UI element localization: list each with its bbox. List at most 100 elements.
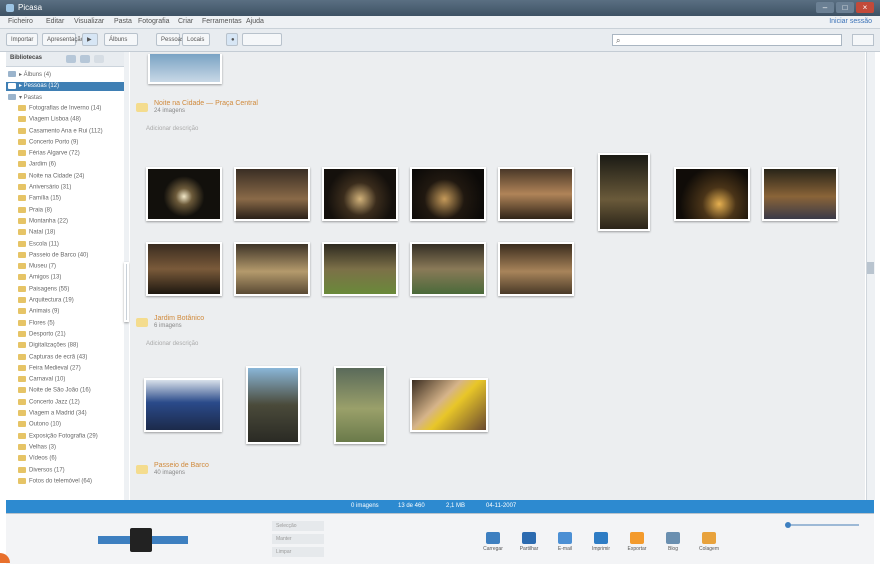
sidebar-item[interactable]: Exposição Fotografia (29)	[6, 432, 124, 442]
sidebar-item[interactable]: Viagem a Madrid (34)	[6, 410, 124, 419]
menu-help[interactable]: Ajuda	[246, 18, 264, 25]
photo-thumbnail[interactable]	[148, 54, 222, 84]
sidebar-item[interactable]: Fotografias de Inverno (14)	[6, 104, 124, 114]
places-button[interactable]: Locais	[182, 33, 210, 46]
sidebar-item[interactable]: Digitalizações (88)	[6, 342, 124, 351]
tray-action-button[interactable]: Partilhar	[514, 532, 544, 552]
menu-create[interactable]: Criar	[178, 18, 193, 25]
menu-photo[interactable]: Fotografia	[138, 18, 170, 25]
library-scrollbar[interactable]	[866, 52, 875, 500]
search-settings-button[interactable]	[852, 34, 874, 46]
close-icon[interactable]: ×	[856, 2, 874, 13]
group-description[interactable]: Adicionar descrição	[146, 341, 198, 347]
slideshow-button[interactable]: Apresentação	[42, 33, 84, 46]
globe-icon[interactable]: ●	[226, 33, 238, 46]
sidebar-item[interactable]: Paisagens (55)	[6, 285, 124, 295]
sidebar-item[interactable]: Animais (9)	[6, 308, 124, 317]
tray-clear-button[interactable]: Limpar	[272, 547, 324, 557]
people-button[interactable]: Pessoas	[156, 33, 184, 46]
sidebar-item[interactable]: Museu (7)	[6, 263, 124, 272]
sidebar-item[interactable]: Noite na Cidade (24)	[6, 172, 124, 182]
photo-thumbnail[interactable]	[322, 167, 398, 221]
sidebar-collapse-icon[interactable]	[94, 55, 104, 63]
tray-action-button[interactable]: Carregar	[478, 532, 508, 552]
tray-action-button[interactable]: Exportar	[622, 532, 652, 552]
group-title[interactable]: Noite na Cidade — Praça Central	[154, 100, 258, 107]
sidebar-item[interactable]: Outono (10)	[6, 421, 124, 430]
group-title[interactable]: Passeio de Barco	[154, 462, 209, 469]
sidebar-item[interactable]: Feira Medieval (27)	[6, 364, 124, 374]
sidebar-item[interactable]: Família (15)	[6, 195, 124, 204]
tray-action-button[interactable]: E-mail	[550, 532, 580, 552]
sidebar-item[interactable]: Amigos (13)	[6, 274, 124, 283]
sidebar-view-icon[interactable]	[80, 55, 90, 63]
sidebar-item[interactable]: Fotos do telemóvel (64)	[6, 477, 124, 487]
sidebar-scrollbar[interactable]	[124, 52, 129, 500]
albums-button[interactable]: Álbuns	[104, 33, 138, 46]
sidebar-item[interactable]: Aniversário (31)	[6, 184, 124, 193]
group-description[interactable]: Adicionar descrição	[146, 126, 198, 132]
tray-hold-button[interactable]: Manter	[272, 534, 324, 544]
search-options-button[interactable]	[242, 33, 282, 46]
sidebar-item[interactable]: Praia (8)	[6, 206, 124, 216]
sidebar-add-icon[interactable]	[66, 55, 76, 63]
photo-thumbnail[interactable]	[498, 167, 574, 221]
sidebar-item[interactable]: Carnaval (10)	[6, 376, 124, 385]
sidebar-item[interactable]: Noite de São João (16)	[6, 387, 124, 396]
sidebar-item[interactable]: Concerto Jazz (12)	[6, 398, 124, 408]
sidebar-item[interactable]: Concerto Porto (9)	[6, 138, 124, 148]
sidebar-item[interactable]: Arquitectura (19)	[6, 297, 124, 306]
photo-thumbnail[interactable]	[762, 167, 838, 221]
sidebar-item[interactable]: ▸ Pessoas (12)	[6, 82, 124, 92]
sidebar-item[interactable]: Capturas de ecrã (43)	[6, 353, 124, 363]
sidebar-item[interactable]: Natal (18)	[6, 229, 124, 238]
photo-thumbnail[interactable]	[410, 167, 486, 221]
sidebar-item[interactable]: Passeio de Barco (40)	[6, 251, 124, 261]
tray-action-button[interactable]: Colagem	[694, 532, 724, 552]
sidebar-item[interactable]: Velhas (3)	[6, 443, 124, 453]
zoom-slider[interactable]	[781, 522, 861, 528]
photo-thumbnail[interactable]	[246, 366, 300, 444]
photo-thumbnail[interactable]	[334, 366, 386, 444]
menu-file[interactable]: Ficheiro	[8, 18, 33, 25]
photo-thumbnail[interactable]	[322, 242, 398, 296]
photo-thumbnail[interactable]	[234, 167, 310, 221]
play-icon[interactable]: ▶	[82, 33, 98, 46]
menu-view[interactable]: Visualizar	[74, 18, 104, 25]
menu-edit[interactable]: Editar	[46, 18, 64, 25]
zoom-track[interactable]	[791, 524, 859, 526]
scroll-handle[interactable]	[867, 262, 874, 274]
sidebar-item[interactable]: ▾ Pastas	[6, 94, 124, 103]
sidebar-item[interactable]: Escola (11)	[6, 240, 124, 250]
sidebar-item[interactable]: Casamento Ana e Rui (112)	[6, 127, 124, 137]
sign-in-link[interactable]: Iniciar sessão	[829, 18, 872, 25]
photo-thumbnail[interactable]	[410, 378, 488, 432]
sidebar-item[interactable]: Flores (5)	[6, 319, 124, 329]
sidebar-item[interactable]: Desporto (21)	[6, 330, 124, 340]
photo-thumbnail[interactable]	[498, 242, 574, 296]
sidebar-item[interactable]: Jardim (6)	[6, 161, 124, 170]
sidebar-scroll-thumb[interactable]	[124, 262, 129, 322]
tray-action-button[interactable]: Imprimir	[586, 532, 616, 552]
sidebar-item[interactable]: Viagem Lisboa (48)	[6, 116, 124, 125]
photo-thumbnail[interactable]	[674, 167, 750, 221]
search-box[interactable]: ⌕	[612, 34, 842, 46]
group-title[interactable]: Jardim Botânico	[154, 315, 204, 322]
sidebar-item[interactable]: Diversos (17)	[6, 466, 124, 476]
photo-thumbnail[interactable]	[144, 378, 222, 432]
minimize-icon[interactable]: –	[816, 2, 834, 13]
photo-thumbnail[interactable]	[146, 242, 222, 296]
sidebar-item[interactable]: Montanha (22)	[6, 217, 124, 227]
search-input[interactable]	[627, 35, 837, 45]
photo-thumbnail[interactable]	[410, 242, 486, 296]
import-button[interactable]: Importar	[6, 33, 38, 46]
menu-folder[interactable]: Pasta	[114, 18, 132, 25]
sidebar-item[interactable]: Férias Algarve (72)	[6, 150, 124, 159]
photo-thumbnail[interactable]	[146, 167, 222, 221]
menu-tools[interactable]: Ferramentas	[202, 18, 242, 25]
photo-thumbnail[interactable]	[234, 242, 310, 296]
tray-select-button[interactable]: Selecção	[272, 521, 324, 531]
sidebar-item[interactable]: Vídeos (6)	[6, 455, 124, 464]
tray-action-button[interactable]: Blog	[658, 532, 688, 552]
maximize-icon[interactable]: □	[836, 2, 854, 13]
